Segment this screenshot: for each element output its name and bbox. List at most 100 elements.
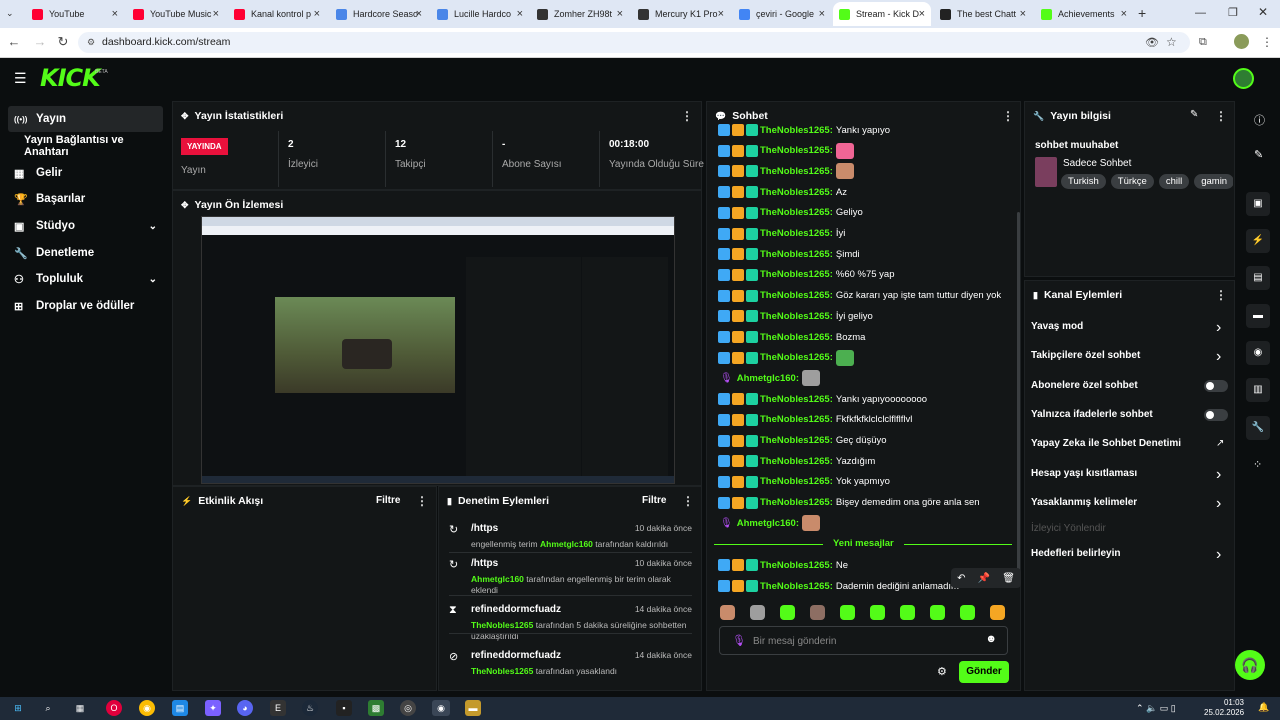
channel-action-label[interactable]: Hedefleri belirleyin [1031, 548, 1120, 559]
tag-chip[interactable]: gamin [1194, 174, 1233, 189]
pin-icon[interactable]: 📌 [978, 573, 990, 584]
modlog-menu-icon[interactable]: ⋮ [682, 494, 694, 508]
browser-tab[interactable]: çeviri - Google × [733, 2, 831, 26]
profile-avatar[interactable] [1234, 34, 1249, 49]
chat-message[interactable]: TheNobles1265: Bişey demedim ona göre anl… [718, 493, 980, 513]
modlog-filter-button[interactable]: Filtre [642, 495, 666, 506]
rail-bolt-icon[interactable]: ⚡ [1246, 229, 1270, 253]
extensions-icon[interactable]: ⧉ [1199, 36, 1207, 49]
chat-message[interactable]: TheNobles1265: Yankı yapıyo [718, 120, 890, 140]
tab-close-icon[interactable]: × [919, 8, 925, 20]
chat-username[interactable]: TheNobles1265 [760, 228, 830, 239]
tab-close-icon[interactable]: × [314, 8, 320, 20]
tab-close-icon[interactable]: × [517, 8, 523, 20]
sidebar-item[interactable]: ▣ Stüdyo ⌄ [8, 213, 163, 239]
sidebar-item[interactable]: 🔧 Denetleme [8, 240, 163, 266]
chat-username[interactable]: TheNobles1265 [760, 560, 830, 571]
reload-icon[interactable]: ↻ [55, 34, 71, 50]
chat-message[interactable]: TheNobles1265: Bozma [718, 327, 865, 347]
chat-username[interactable]: TheNobles1265 [760, 290, 830, 301]
chat-username[interactable]: TheNobles1265 [760, 497, 830, 508]
user-avatar[interactable] [1233, 68, 1254, 89]
rail-square-icon[interactable]: ▣ [1246, 192, 1270, 216]
send-button[interactable]: Gönder [959, 661, 1009, 683]
quick-emote[interactable] [720, 605, 735, 620]
tab-close-icon[interactable]: × [112, 8, 118, 20]
quick-emote[interactable] [990, 605, 1005, 620]
pencil-icon[interactable]: ✎ [1254, 148, 1263, 161]
browser-tab[interactable]: Lucille Hardco × [431, 2, 529, 26]
forward-icon[interactable]: → [32, 34, 48, 50]
chat-username[interactable]: TheNobles1265 [760, 249, 830, 260]
chat-input[interactable]: 🎙 Bir mesaj gönderin ☻ [719, 626, 1008, 655]
chat-username[interactable]: TheNobles1265 [760, 166, 830, 177]
quick-emote[interactable] [870, 605, 885, 620]
drag-handle-icon[interactable]: ✥ [181, 111, 189, 122]
tag-chip[interactable]: Türkçe [1110, 174, 1154, 189]
chat-settings-icon[interactable]: ⚙ [937, 665, 947, 678]
channel-action-label[interactable]: Yasaklanmış kelimeler [1031, 497, 1137, 508]
site-info-icon[interactable]: ⚙ [87, 37, 95, 48]
files-icon[interactable]: ▬ [465, 700, 481, 716]
chat-message[interactable]: TheNobles1265: İyi [718, 224, 845, 244]
sidebar-item[interactable]: Yayın Bağlantısı ve Anahtarı [18, 133, 170, 159]
rail-wrench-icon[interactable]: 🔧 [1246, 416, 1270, 440]
app-icon[interactable]: ▪ [336, 700, 352, 716]
modlog-user[interactable]: Ahmetglc160 [540, 539, 593, 549]
chat-username[interactable]: TheNobles1265 [760, 414, 830, 425]
emoji-picker-icon[interactable]: ☻ [985, 633, 997, 645]
category-thumbnail[interactable] [1035, 157, 1057, 187]
tag-chip[interactable]: Turkish [1061, 174, 1106, 189]
modlog-user[interactable]: TheNobles1265 [471, 666, 533, 676]
chat-username[interactable]: TheNobles1265 [760, 352, 830, 363]
category-name[interactable]: Sadece Sohbet [1063, 158, 1131, 169]
quick-emote[interactable] [810, 605, 825, 620]
chat-username[interactable]: Ahmetglc160 [737, 373, 796, 384]
chat-menu-icon[interactable]: ⋮ [1002, 109, 1014, 123]
url-input[interactable]: dashboard.kick.com/stream [78, 32, 1190, 53]
hamburger-menu-icon[interactable]: ☰ [14, 70, 27, 87]
toggle-switch[interactable] [1204, 380, 1228, 392]
chat-message[interactable]: TheNobles1265: Şimdi [718, 244, 860, 264]
kick-logo[interactable]: KICK [40, 64, 101, 92]
chevron-down-icon[interactable]: ⌄ [149, 274, 157, 285]
rail-apps-icon[interactable]: ⁘ [1253, 458, 1262, 471]
chat-username[interactable]: Ahmetglc160 [737, 518, 796, 529]
epic-games-icon[interactable]: E [270, 700, 286, 716]
chat-message[interactable]: TheNobles1265: [718, 161, 854, 181]
toggle-switch[interactable] [1204, 409, 1228, 421]
restore-icon[interactable]: ❐ [1228, 6, 1238, 19]
discord-icon[interactable]: ◕ [237, 700, 253, 716]
chat-message[interactable]: TheNobles1265: Geç düşüyo [718, 431, 887, 451]
modlog-user[interactable]: TheNobles1265 [471, 620, 533, 630]
support-headset-button[interactable]: 🎧 [1235, 650, 1265, 680]
back-icon[interactable]: ← [6, 34, 22, 50]
quick-emote[interactable] [960, 605, 975, 620]
chevron-right-icon[interactable]: › [1216, 319, 1221, 337]
chevron-right-icon[interactable]: › [1216, 348, 1221, 366]
browser-tab[interactable]: Kanal kontrol p × [228, 2, 326, 26]
store-icon[interactable]: ▤ [172, 700, 188, 716]
chat-message[interactable]: TheNobles1265: Göz kararı yap işte tam tu… [718, 286, 1001, 306]
tab-close-icon[interactable]: × [617, 8, 623, 20]
chat-message[interactable]: TheNobles1265: [718, 348, 854, 368]
chat-message[interactable]: TheNobles1265: Az [718, 182, 847, 202]
copilot-icon[interactable]: ✦ [205, 700, 221, 716]
quick-emote[interactable] [930, 605, 945, 620]
close-window-icon[interactable]: ✕ [1258, 5, 1268, 19]
tab-close-icon[interactable]: × [416, 8, 422, 20]
drag-handle-icon[interactable]: ✥ [181, 200, 189, 211]
channel-action-label[interactable]: Abonelere özel sohbet [1031, 380, 1138, 391]
info-circle-icon[interactable]: ⓘ [1254, 112, 1265, 128]
chat-message[interactable]: TheNobles1265: [718, 141, 854, 161]
chat-username[interactable]: TheNobles1265 [760, 476, 830, 487]
browser-tab[interactable]: Mercury K1 Pro × [632, 2, 730, 26]
rail-chat-icon[interactable]: ▬ [1246, 304, 1270, 328]
external-link-icon[interactable]: ↗ [1216, 438, 1224, 449]
chat-username[interactable]: TheNobles1265 [760, 269, 830, 280]
chevron-right-icon[interactable]: › [1216, 546, 1221, 564]
chat-scrollbar[interactable] [1017, 212, 1020, 572]
sidebar-item[interactable]: ⚇ Topluluk ⌄ [8, 266, 163, 292]
rail-layout-icon[interactable]: ▥ [1246, 378, 1270, 402]
windows-start-icon[interactable]: ⊞ [10, 700, 26, 716]
